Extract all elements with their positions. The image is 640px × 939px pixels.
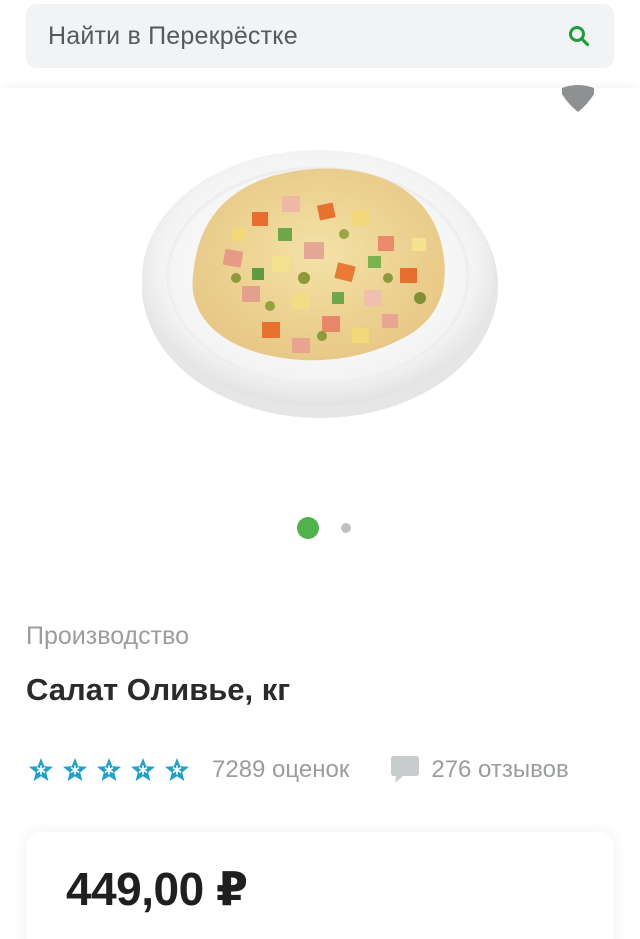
product-price: 449,00 ₽ — [66, 863, 248, 915]
gallery-pager[interactable] — [0, 513, 640, 543]
product-image — [142, 150, 498, 418]
star-icon — [97, 758, 121, 781]
product-manufacturer: Производство — [26, 622, 190, 650]
pager-dot-active[interactable] — [297, 517, 319, 539]
comment-icon[interactable] — [389, 755, 421, 785]
product-gallery[interactable] — [0, 85, 640, 558]
search-input[interactable]: Найти в Перекрёстке — [48, 22, 298, 51]
heart-icon[interactable] — [558, 82, 598, 118]
search-bar[interactable]: Найти в Перекрёстке — [26, 4, 614, 68]
rating-stars[interactable] — [28, 757, 190, 783]
price-card: 449,00 ₽ — [26, 832, 614, 939]
pager-dot[interactable] — [341, 523, 351, 533]
product-title: Салат Оливье, кг — [26, 672, 291, 707]
rating-row: 7289 оценок 276 отзывов — [28, 752, 569, 788]
star-icon — [131, 758, 155, 781]
search-icon[interactable] — [566, 23, 592, 49]
ratings-count[interactable]: 7289 оценок — [212, 756, 349, 784]
star-icon — [29, 758, 53, 781]
star-icon — [63, 758, 87, 781]
star-icon — [165, 758, 189, 781]
reviews-count[interactable]: 276 отзывов — [431, 756, 568, 784]
